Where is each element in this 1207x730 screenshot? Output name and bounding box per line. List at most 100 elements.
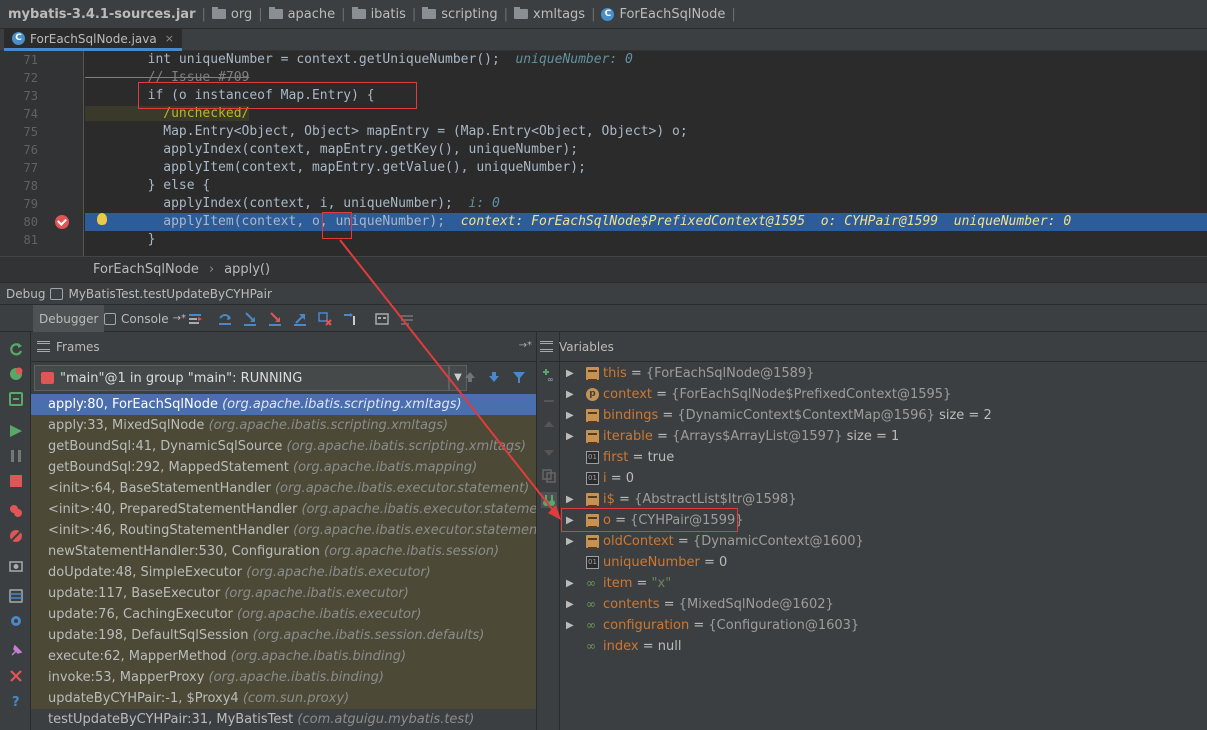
frame-row[interactable]: update:76, CachingExecutor (org.apache.i… xyxy=(31,604,536,625)
tab-foreachsqlnode[interactable]: C ForEachSqlNode.java × xyxy=(4,29,182,51)
move-up-icon[interactable] xyxy=(542,419,556,433)
camera-icon[interactable] xyxy=(9,559,23,573)
breadcrumb-xmltags[interactable]: xmltags xyxy=(510,0,589,29)
stop-icon[interactable] xyxy=(9,474,23,488)
expand-arrow-icon[interactable]: ▶ xyxy=(566,531,574,552)
code-line-81[interactable]: } xyxy=(85,231,1207,249)
update-app-icon[interactable] xyxy=(9,392,23,406)
run-to-cursor-icon[interactable] xyxy=(343,312,357,326)
arrow-up-icon[interactable] xyxy=(463,370,477,384)
expand-arrow-icon[interactable]: ▶ xyxy=(566,573,574,594)
frame-package: (org.apache.ibatis.binding) xyxy=(208,670,384,685)
frame-row[interactable]: apply:80, ForEachSqlNode (org.apache.iba… xyxy=(31,394,536,415)
code-text: } else { xyxy=(85,178,211,193)
frame-row[interactable]: getBoundSql:41, DynamicSqlSource (org.ap… xyxy=(31,436,536,457)
frame-row[interactable]: <init>:40, PreparedStatementHandler (org… xyxy=(31,499,556,520)
breadcrumb-org[interactable]: org xyxy=(208,0,256,29)
step-over-icon[interactable] xyxy=(218,312,232,326)
watches-toggle-icon[interactable] xyxy=(541,492,557,508)
expand-arrow-icon[interactable]: ▶ xyxy=(566,489,574,510)
trace-icon[interactable] xyxy=(400,312,414,326)
variable-text: iterable = {Arrays$ArrayList@1597} size … xyxy=(603,429,900,444)
resume-icon[interactable] xyxy=(9,424,23,438)
help-icon[interactable]: ? xyxy=(9,694,23,708)
breadcrumb-jar[interactable]: mybatis-3.4.1-sources.jar xyxy=(4,0,199,29)
run-config-label[interactable]: MyBatisTest.testUpdateByCYHPair xyxy=(68,287,271,301)
show-execution-point-icon[interactable] xyxy=(188,312,202,326)
copy-icon[interactable] xyxy=(542,469,556,483)
arrow-down-icon[interactable] xyxy=(487,370,501,384)
frame-method: update:117, BaseExecutor xyxy=(48,586,221,601)
breadcrumb-scripting[interactable]: scripting xyxy=(418,0,501,29)
code-line-77[interactable]: applyItem(context, mapEntry.getValue(), … xyxy=(85,159,1207,177)
frame-row[interactable]: update:198, DefaultSqlSession (org.apach… xyxy=(31,625,536,646)
breadcrumb: mybatis-3.4.1-sources.jar | org | apache… xyxy=(0,0,1207,29)
expand-arrow-icon[interactable]: ▶ xyxy=(566,384,574,405)
variable-name: index xyxy=(603,639,639,654)
evaluate-watch-icon[interactable]: ∞ xyxy=(542,369,556,383)
method-crumb-class[interactable]: ForEachSqlNode xyxy=(93,262,199,277)
breadcrumb-ibatis[interactable]: ibatis xyxy=(348,0,410,29)
code-line-78[interactable]: } else { xyxy=(85,177,1207,195)
expand-arrow-icon[interactable]: ▶ xyxy=(566,363,574,384)
frame-row[interactable]: <init>:46, RoutingStatementHandler (org.… xyxy=(31,520,547,541)
lightbulb-icon[interactable] xyxy=(97,213,107,225)
frame-row[interactable]: doUpdate:48, SimpleExecutor (org.apache.… xyxy=(31,562,536,583)
filter-icon[interactable] xyxy=(512,370,526,384)
variable-text: index = null xyxy=(603,639,682,654)
expand-arrow-icon[interactable]: ▶ xyxy=(566,426,574,447)
method-breadcrumb: ForEachSqlNode › apply() xyxy=(0,256,1207,282)
frame-row[interactable]: updateByCYHPair:-1, $Proxy4 (com.sun.pro… xyxy=(31,688,536,709)
step-out-icon[interactable] xyxy=(293,312,307,326)
restart-error-icon[interactable] xyxy=(9,367,23,381)
frame-row[interactable]: getBoundSql:292, MappedStatement (org.ap… xyxy=(31,457,536,478)
pause-icon[interactable] xyxy=(9,449,23,463)
code-line-80-current[interactable]: applyItem(context, o, uniqueNumber); con… xyxy=(85,213,1207,231)
variable-value: 0 xyxy=(718,555,728,570)
tab-console[interactable]: Console →* xyxy=(98,305,192,332)
expand-arrow-icon[interactable]: ▶ xyxy=(566,594,574,615)
force-step-into-icon[interactable] xyxy=(268,312,282,326)
breadcrumb-apache[interactable]: apache xyxy=(265,0,340,29)
mute-breakpoints-icon[interactable] xyxy=(9,529,23,543)
close-icon[interactable] xyxy=(9,669,23,683)
expand-arrow-icon[interactable]: ▶ xyxy=(566,405,574,426)
view-breakpoints-icon[interactable] xyxy=(9,504,23,518)
settings-icon[interactable] xyxy=(9,614,23,628)
frame-row[interactable]: newStatementHandler:530, Configuration (… xyxy=(31,541,536,562)
restore-layout-icon[interactable] xyxy=(9,589,23,603)
minus-icon[interactable] xyxy=(542,394,556,408)
drop-frame-icon[interactable] xyxy=(318,312,332,326)
frames-panel: Frames →* "main"@1 in group "main": RUNN… xyxy=(31,332,556,730)
frame-package: (org.apache.ibatis.executor) xyxy=(236,607,422,622)
frame-row[interactable]: execute:62, MapperMethod (org.apache.iba… xyxy=(31,646,536,667)
breakpoint-icon[interactable] xyxy=(55,215,69,229)
breadcrumb-label: scripting xyxy=(441,6,498,22)
code-line-76[interactable]: applyIndex(context, mapEntry.getKey(), u… xyxy=(85,141,1207,159)
thread-select[interactable]: "main"@1 in group "main": RUNNING xyxy=(34,365,449,391)
variable-text: this = {ForEachSqlNode@1589} xyxy=(603,366,815,381)
frame-row[interactable]: invoke:53, MapperProxy (org.apache.ibati… xyxy=(31,667,536,688)
code-line-79[interactable]: applyIndex(context, i, uniqueNumber); i:… xyxy=(85,195,1207,213)
breadcrumb-class[interactable]: C ForEachSqlNode xyxy=(597,0,729,29)
rerun-icon[interactable] xyxy=(9,342,23,356)
frame-row[interactable]: apply:33, MixedSqlNode (org.apache.ibati… xyxy=(31,415,536,436)
pin-tab-icon[interactable] xyxy=(9,644,23,658)
code-text: applyIndex(context, i, uniqueNumber); xyxy=(85,196,453,211)
annotation-box-o-argument xyxy=(322,212,352,239)
watch-icon: ∞ xyxy=(586,597,596,611)
evaluate-expression-icon[interactable] xyxy=(375,312,389,326)
pin-icon[interactable]: →* xyxy=(519,340,532,351)
step-into-icon[interactable] xyxy=(243,312,257,326)
code-line-75[interactable]: Map.Entry<Object, Object> mapEntry = (Ma… xyxy=(85,123,1207,141)
variable-name: uniqueNumber xyxy=(603,555,700,570)
expand-arrow-icon[interactable]: ▶ xyxy=(566,615,574,636)
move-down-icon[interactable] xyxy=(542,444,556,458)
method-crumb-method[interactable]: apply() xyxy=(224,262,270,277)
code-line-71[interactable]: int uniqueNumber = context.getUniqueNumb… xyxy=(85,51,1207,69)
frame-row[interactable]: update:117, BaseExecutor (org.apache.iba… xyxy=(31,583,536,604)
frame-row[interactable]: <init>:64, BaseStatementHandler (org.apa… xyxy=(31,478,536,499)
close-icon[interactable]: × xyxy=(165,32,174,45)
frame-row[interactable]: testUpdateByCYHPair:31, MyBatisTest (com… xyxy=(31,709,536,730)
tab-debugger[interactable]: Debugger xyxy=(33,305,105,332)
